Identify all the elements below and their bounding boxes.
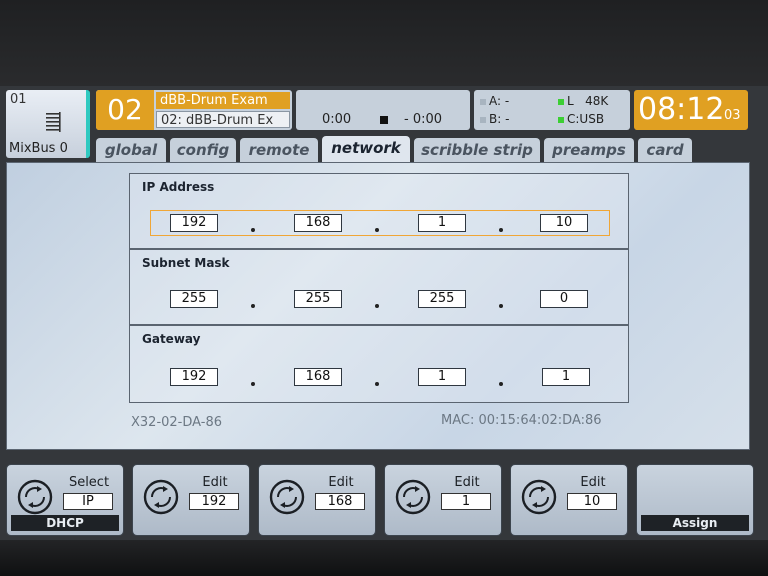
encoder-value: 168 — [315, 493, 365, 510]
device-bezel-bottom — [0, 540, 768, 576]
gateway-octet-4[interactable]: 1 — [542, 368, 590, 386]
scene-title: dBB-Drum Exam — [156, 92, 290, 109]
mac-address: MAC: 00:15:64:02:DA:86 — [441, 413, 602, 428]
encoder-label: Edit — [454, 475, 480, 490]
status-dot-icon — [558, 99, 564, 105]
encoder-value: IP — [63, 493, 113, 510]
rotary-knob-icon — [17, 479, 53, 515]
gateway-label: Gateway — [142, 332, 201, 346]
screen: 01 MixBus 0 02 dBB-Drum Exam 02: dBB-Dru… — [0, 86, 768, 540]
transport-display: 0:00 - 0:00 — [296, 90, 470, 130]
device-name: X32-02-DA-86 — [131, 415, 222, 430]
ip-octet-1[interactable]: 192 — [170, 214, 218, 232]
encoder-label: Edit — [202, 475, 228, 490]
subnet-octet-3[interactable]: 255 — [418, 290, 466, 308]
ip-octet-2[interactable]: 168 — [294, 214, 342, 232]
clock-display: 08:12 03 — [634, 90, 748, 130]
encoder-label: Select — [68, 475, 110, 490]
octet-separator — [375, 304, 379, 308]
encoder-value: 10 — [567, 493, 617, 510]
gateway-octet-2[interactable]: 168 — [294, 368, 342, 386]
gateway-octet-1[interactable]: 192 — [170, 368, 218, 386]
rotary-knob-icon — [395, 479, 431, 515]
octet-separator — [375, 382, 379, 386]
dhcp-button[interactable]: DHCP — [11, 515, 119, 531]
tab-scribble-strip[interactable]: scribble strip — [414, 138, 540, 162]
octet-separator — [499, 382, 503, 386]
encoder-edit-octet-3[interactable]: Edit 1 — [384, 464, 502, 536]
octet-separator — [499, 228, 503, 232]
subnet-mask-section: Subnet Mask 255 255 255 0 — [129, 249, 629, 325]
subnet-octet-1[interactable]: 255 — [170, 290, 218, 308]
channel-number: 01 — [10, 92, 27, 107]
encoder-assign[interactable]: Assign — [636, 464, 754, 536]
input-b-status: B: - — [480, 112, 509, 126]
subnet-octet-2[interactable]: 255 — [294, 290, 342, 308]
ip-address-section: IP Address 192 168 1 10 — [129, 173, 629, 249]
selected-channel[interactable]: 01 MixBus 0 — [6, 90, 90, 158]
gateway-octet-3[interactable]: 1 — [418, 368, 466, 386]
encoder-value: 1 — [441, 493, 491, 510]
tab-card[interactable]: card — [638, 138, 692, 162]
card-status: C:USB — [558, 112, 604, 126]
tab-preamps[interactable]: preamps — [544, 138, 634, 162]
ip-octet-3[interactable]: 1 — [418, 214, 466, 232]
status-dot-icon — [558, 117, 564, 123]
assign-button[interactable]: Assign — [641, 515, 749, 531]
gateway-section: Gateway 192 168 1 1 — [129, 325, 629, 403]
clock-seconds: 03 — [724, 108, 741, 123]
encoder-label: Edit — [580, 475, 606, 490]
octet-separator — [499, 304, 503, 308]
tab-global[interactable]: global — [96, 138, 166, 162]
rotary-knob-icon — [269, 479, 305, 515]
input-a-status: A: - — [480, 94, 509, 108]
octet-separator — [251, 382, 255, 386]
encoder-edit-octet-1[interactable]: Edit 192 — [132, 464, 250, 536]
encoder-label: Edit — [328, 475, 354, 490]
ip-address-label: IP Address — [142, 180, 215, 194]
status-dot-icon — [480, 117, 486, 123]
fader-icon — [46, 112, 61, 132]
elapsed-time: 0:00 — [322, 112, 352, 127]
scene-display: 02 dBB-Drum Exam 02: dBB-Drum Ex — [96, 90, 292, 130]
octet-separator — [251, 228, 255, 232]
octet-separator — [251, 304, 255, 308]
encoder-edit-octet-2[interactable]: Edit 168 — [258, 464, 376, 536]
clock-time: 08:12 — [638, 92, 725, 127]
scene-number: 02 — [96, 90, 154, 130]
tab-remote[interactable]: remote — [240, 138, 318, 162]
ip-octet-4[interactable]: 10 — [540, 214, 588, 232]
encoder-edit-octet-4[interactable]: Edit 10 — [510, 464, 628, 536]
network-panel: IP Address 192 168 1 10 Subnet Mask 255 … — [6, 162, 750, 450]
remaining-time: - 0:00 — [404, 112, 443, 127]
stop-icon — [380, 116, 388, 124]
subnet-octet-4[interactable]: 0 — [540, 290, 588, 308]
device-bezel-top — [0, 0, 768, 86]
scene-subtitle: 02: dBB-Drum Ex — [156, 111, 290, 128]
channel-name: MixBus 0 — [9, 141, 68, 156]
subnet-mask-label: Subnet Mask — [142, 256, 230, 270]
encoder-select-ip[interactable]: Select IP DHCP — [6, 464, 124, 536]
octet-separator — [375, 228, 379, 232]
io-status: A: - B: - L 48K C:USB — [474, 90, 630, 130]
tab-config[interactable]: config — [170, 138, 236, 162]
tab-network[interactable]: network — [322, 136, 410, 162]
status-dot-icon — [480, 99, 486, 105]
encoder-value: 192 — [189, 493, 239, 510]
sample-rate-status: L 48K — [558, 94, 608, 108]
rotary-knob-icon — [143, 479, 179, 515]
rotary-knob-icon — [521, 479, 557, 515]
